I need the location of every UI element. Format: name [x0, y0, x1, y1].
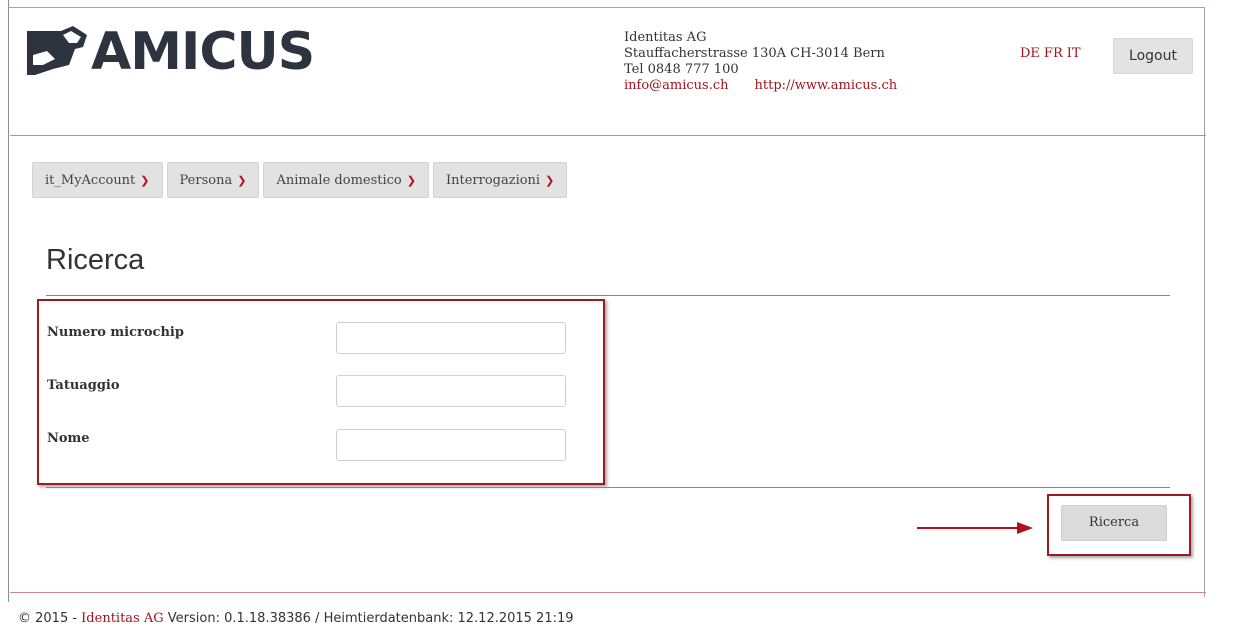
microchip-input[interactable]: [336, 322, 566, 354]
company-name: Identitas AG: [624, 30, 707, 45]
search-button[interactable]: Ricerca: [1061, 505, 1167, 541]
page-title: Ricerca: [46, 244, 145, 276]
frame-top-border: [8, 7, 1204, 8]
copyright-text: © 2015 -: [18, 611, 82, 626]
company-phone: Tel 0848 777 100: [624, 62, 739, 77]
logo-text: AMICUS: [91, 22, 315, 82]
microchip-label: Numero microchip: [47, 325, 184, 340]
chevron-down-icon: ❯: [545, 173, 555, 187]
lang-it-link[interactable]: IT: [1067, 46, 1081, 61]
frame-left-border: [8, 0, 9, 602]
lang-de-link[interactable]: DE: [1020, 46, 1040, 61]
nav-item-persona[interactable]: Persona ❯: [166, 162, 260, 198]
nav-item-label: Animale domestico: [276, 172, 402, 188]
chevron-down-icon: ❯: [406, 173, 416, 187]
footer-company-link[interactable]: Identitas AG: [81, 611, 163, 626]
amicus-logo[interactable]: AMICUS: [25, 22, 315, 82]
main-nav: it_MyAccount ❯ Persona ❯ Animale domestico…: [32, 162, 568, 198]
footer-divider: [10, 592, 1206, 593]
company-address: Identitas AG Stauffacherstrasse 130A CH-…: [624, 30, 923, 94]
chevron-down-icon: ❯: [237, 173, 247, 187]
website-link[interactable]: http://www.amicus.ch: [755, 78, 898, 93]
form-divider: [46, 487, 1170, 488]
arrow-right-icon: [917, 522, 1033, 534]
tattoo-label: Tatuaggio: [47, 378, 120, 393]
header-divider: [10, 135, 1206, 136]
chevron-down-icon: ❯: [140, 173, 150, 187]
nav-item-interrogazioni[interactable]: Interrogazioni ❯: [432, 162, 568, 198]
nav-item-label: Persona: [179, 172, 233, 188]
name-label: Nome: [47, 431, 90, 446]
tattoo-input[interactable]: [336, 375, 566, 407]
footer: © 2015 - Identitas AG Version: 0.1.18.38…: [18, 611, 574, 626]
version-text: Version: 0.1.18.38386 / Heimtierdatenban…: [163, 611, 574, 626]
lang-fr-link[interactable]: FR: [1044, 46, 1063, 61]
email-link[interactable]: info@amicus.ch: [624, 78, 729, 93]
nav-item-myaccount[interactable]: it_MyAccount ❯: [32, 162, 163, 198]
logout-button[interactable]: Logout: [1113, 38, 1193, 74]
name-input[interactable]: [336, 429, 566, 461]
nav-item-label: it_MyAccount: [45, 172, 136, 188]
language-switcher: DE FR IT: [1020, 46, 1085, 61]
dog-head-icon: [27, 26, 87, 75]
title-divider: [46, 295, 1170, 296]
company-street: Stauffacherstrasse 130A CH-3014 Bern: [624, 46, 885, 61]
nav-item-label: Interrogazioni: [445, 172, 541, 188]
frame-right-border: [1204, 7, 1205, 597]
nav-item-animale-domestico[interactable]: Animale domestico ❯: [263, 162, 429, 198]
